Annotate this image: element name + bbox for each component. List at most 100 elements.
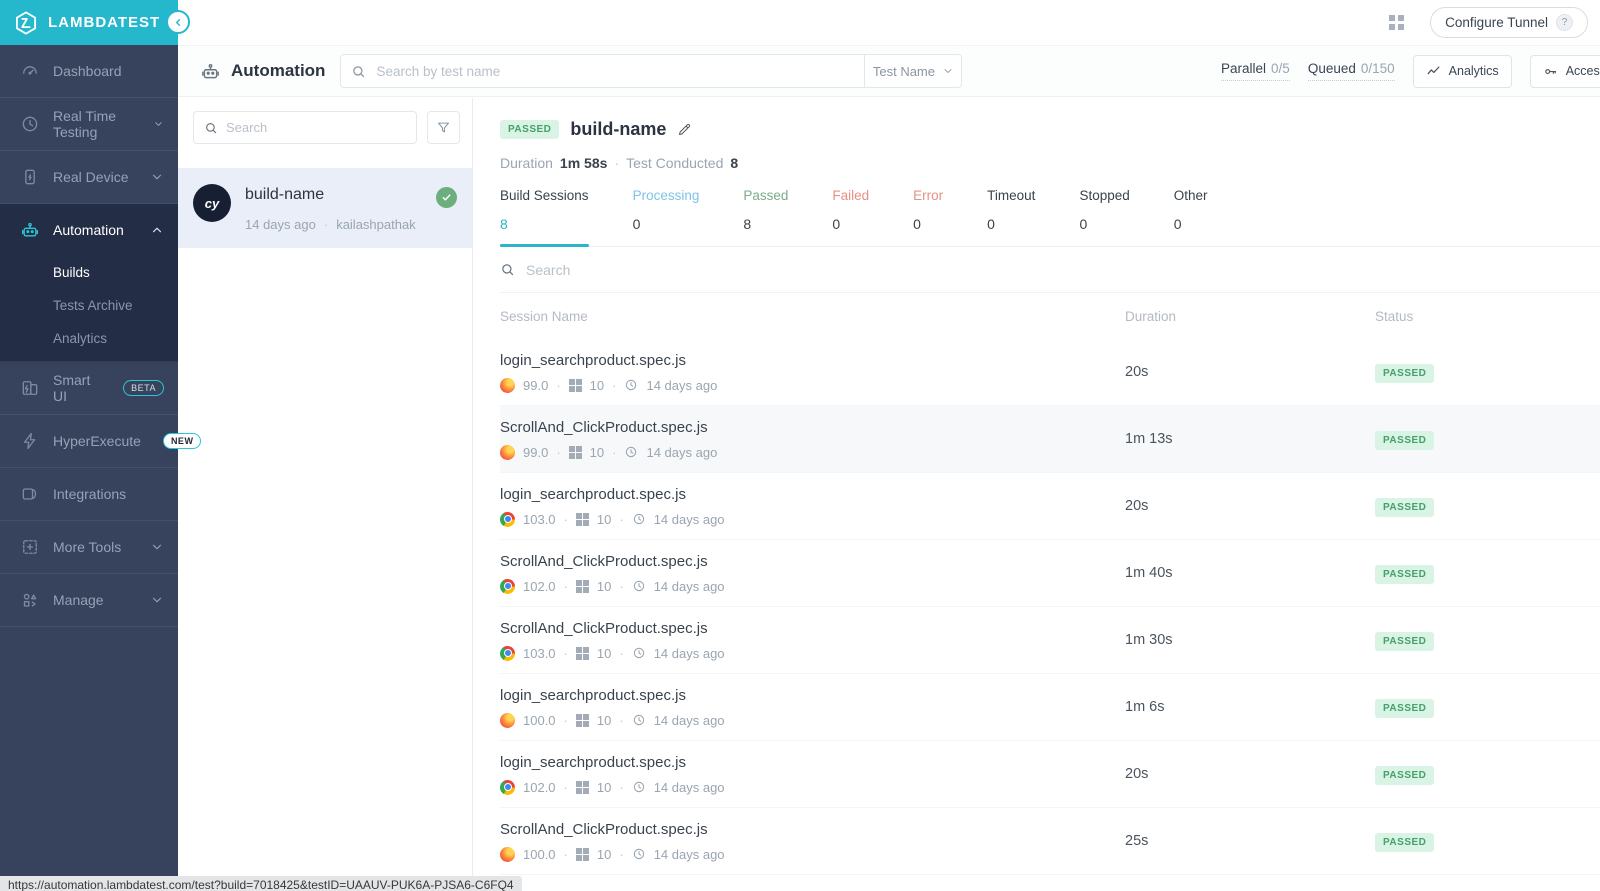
apps-grid-icon[interactable] bbox=[1389, 15, 1405, 30]
configure-tunnel-label: Configure Tunnel bbox=[1445, 15, 1548, 30]
tab-passed[interactable]: Passed 8 bbox=[743, 188, 788, 246]
session-row[interactable]: login_searchproduct.spec.js 99.01014 day… bbox=[500, 339, 1600, 406]
session-row[interactable]: ScrollAnd_ClickProduct.spec.js 99.01014 … bbox=[500, 406, 1600, 473]
filter-button[interactable] bbox=[427, 111, 460, 144]
queued-label: Queued bbox=[1307, 61, 1356, 76]
clock-icon bbox=[633, 647, 644, 659]
sidebar-item-label: More Tools bbox=[53, 539, 122, 555]
tab-failed[interactable]: Failed 0 bbox=[832, 188, 869, 246]
key-icon bbox=[1544, 68, 1556, 74]
search-filter-dropdown[interactable]: Test Name bbox=[865, 64, 961, 79]
column-status: Status bbox=[1375, 308, 1414, 324]
sidebar-subitem-analytics[interactable]: Analytics bbox=[0, 322, 178, 355]
clock-icon bbox=[22, 116, 38, 132]
sidebar-item-smart-ui[interactable]: Smart UI BETA bbox=[0, 362, 178, 414]
robot-icon bbox=[22, 222, 38, 237]
duration-value: 1m 58s bbox=[559, 155, 608, 171]
builds-search bbox=[193, 111, 417, 144]
build-title: build-name bbox=[570, 119, 667, 139]
sidebar-item-label: HyperExecute bbox=[53, 433, 141, 449]
page-title: Automation bbox=[200, 61, 325, 82]
chevron-left-icon bbox=[175, 18, 180, 26]
line-chart-icon bbox=[1427, 66, 1440, 74]
tab-build-sessions[interactable]: Build Sessions 8 bbox=[500, 188, 589, 247]
sidebar-subitem-tests-archive[interactable]: Tests Archive bbox=[0, 289, 178, 322]
tab-stopped[interactable]: Stopped 0 bbox=[1079, 188, 1129, 246]
sidebar-item-integrations[interactable]: Integrations bbox=[0, 468, 178, 520]
dot-separator bbox=[619, 512, 623, 527]
sidebar-section-automation: Automation Builds Tests Archive Analytic… bbox=[0, 204, 178, 362]
tab-timeout[interactable]: Timeout 0 bbox=[987, 188, 1035, 246]
integrations-icon bbox=[22, 488, 37, 500]
access-key-label: Access Key bbox=[1565, 64, 1600, 78]
windows-icon bbox=[575, 646, 589, 660]
build-owner: kailashpathak bbox=[336, 217, 416, 232]
builds-search-input[interactable] bbox=[226, 120, 406, 135]
sidebar-item-label: Integrations bbox=[53, 486, 127, 502]
tab-error[interactable]: Error 0 bbox=[913, 188, 943, 246]
build-list-item[interactable]: cy build-name 14 days ago kailashpathak bbox=[178, 168, 472, 248]
firefox-icon bbox=[500, 444, 515, 460]
sidebar-subitem-builds[interactable]: Builds bbox=[0, 256, 178, 289]
tab-other[interactable]: Other 0 bbox=[1174, 188, 1208, 246]
configure-tunnel-button[interactable]: Configure Tunnel ? bbox=[1430, 7, 1588, 38]
sidebar-nav: Dashboard Real Time Testing Real Device … bbox=[0, 45, 202, 627]
sidebar-item-real-time-testing[interactable]: Real Time Testing bbox=[0, 98, 178, 150]
search-filter-value: Test Name bbox=[872, 63, 935, 79]
windows-icon bbox=[575, 579, 589, 593]
session-row[interactable]: login_searchproduct.spec.js 103.01014 da… bbox=[500, 473, 1600, 540]
firefox-icon bbox=[500, 377, 515, 393]
dot-separator bbox=[612, 378, 616, 393]
sidebar-collapse-button[interactable] bbox=[166, 10, 190, 34]
clock-icon bbox=[633, 714, 644, 726]
sessions-table-body: login_searchproduct.spec.js 99.01014 day… bbox=[500, 339, 1600, 875]
sidebar-item-label: Automation bbox=[53, 222, 124, 238]
tab-processing[interactable]: Processing 0 bbox=[633, 188, 700, 246]
shapes-icon bbox=[23, 593, 37, 607]
chrome-icon bbox=[500, 511, 515, 527]
session-row[interactable]: ScrollAnd_ClickProduct.spec.js 103.01014… bbox=[500, 607, 1600, 674]
header-right: Parallel 0/5 Queued 0/150 Analytics Access… bbox=[1221, 54, 1600, 88]
sidebar-item-label: Manage bbox=[53, 592, 104, 608]
search-icon bbox=[206, 122, 217, 133]
status-badge: PASSED bbox=[1375, 766, 1435, 785]
firefox-icon bbox=[500, 712, 515, 728]
sidebar-item-hyperexecute[interactable]: HyperExecute NEW bbox=[0, 415, 202, 467]
chevron-down-icon bbox=[944, 69, 952, 73]
windows-icon bbox=[575, 713, 589, 727]
robot-icon bbox=[202, 63, 219, 78]
dashboard-icon bbox=[23, 66, 37, 75]
clock-icon bbox=[633, 781, 644, 793]
chevron-down-icon bbox=[152, 597, 162, 603]
edit-build-name-button[interactable] bbox=[677, 122, 692, 137]
windows-icon bbox=[568, 378, 582, 392]
search-input[interactable] bbox=[376, 63, 865, 79]
session-duration: 20s bbox=[1125, 364, 1149, 380]
help-icon[interactable]: ? bbox=[1556, 14, 1573, 31]
dot-separator bbox=[564, 847, 568, 862]
cypress-avatar: cy bbox=[193, 184, 231, 222]
build-status-badge: PASSED bbox=[500, 120, 560, 139]
session-row[interactable]: ScrollAnd_ClickProduct.spec.js 102.01014… bbox=[500, 540, 1600, 607]
parallel-stat[interactable]: Parallel 0/5 bbox=[1221, 61, 1290, 81]
sidebar-item-dashboard[interactable]: Dashboard bbox=[0, 45, 178, 97]
dot-separator bbox=[556, 378, 560, 393]
session-row[interactable]: ScrollAnd_ClickProduct.spec.js 100.01014… bbox=[500, 808, 1600, 875]
new-badge: NEW bbox=[162, 433, 202, 449]
beta-badge: BETA bbox=[123, 380, 164, 396]
session-row[interactable]: login_searchproduct.spec.js 100.01014 da… bbox=[500, 674, 1600, 741]
sidebar-item-label: Smart UI bbox=[53, 372, 91, 404]
session-row[interactable]: login_searchproduct.spec.js 102.01014 da… bbox=[500, 741, 1600, 808]
sidebar-item-automation[interactable]: Automation bbox=[0, 204, 178, 256]
dot-separator bbox=[619, 713, 623, 728]
queued-stat[interactable]: Queued 0/150 bbox=[1307, 61, 1395, 81]
analytics-button[interactable]: Analytics bbox=[1412, 54, 1512, 88]
sidebar-item-real-device[interactable]: Real Device bbox=[0, 151, 178, 203]
column-session-name: Session Name bbox=[500, 308, 588, 324]
build-meta-line: Duration 1m 58s Test Conducted 8 bbox=[500, 155, 1600, 171]
sessions-search-input[interactable] bbox=[526, 261, 1600, 278]
sidebar-item-more-tools[interactable]: More Tools bbox=[0, 521, 178, 573]
windows-icon bbox=[575, 512, 589, 526]
access-key-button[interactable]: Access Key bbox=[1529, 54, 1600, 88]
sidebar-item-manage[interactable]: Manage bbox=[0, 574, 178, 626]
